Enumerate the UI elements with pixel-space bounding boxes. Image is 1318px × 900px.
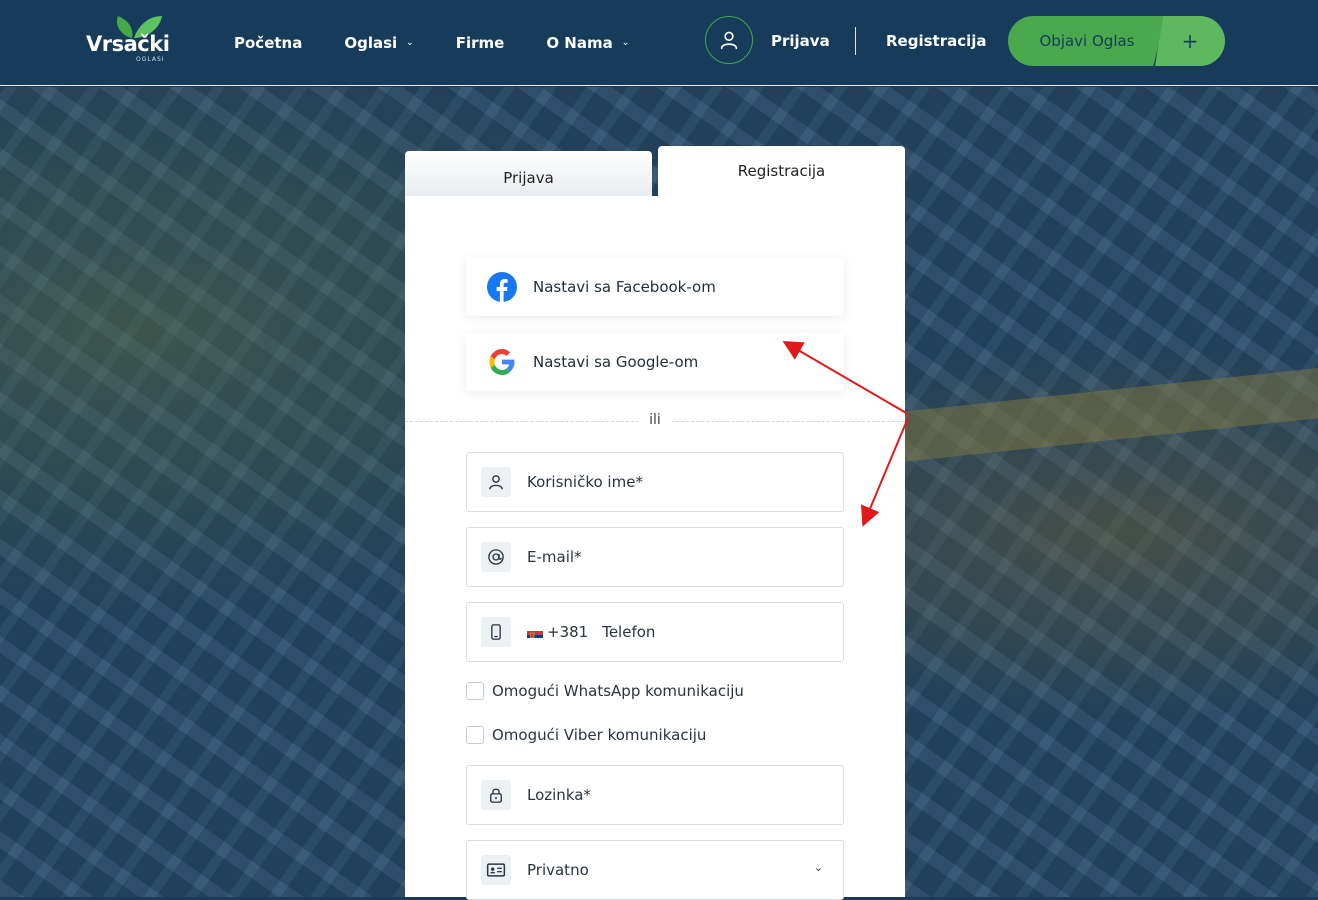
logo-text: Vrsački [86, 32, 170, 56]
nav-item-pocetna[interactable]: Početna [234, 34, 302, 52]
whatsapp-checkbox[interactable] [466, 682, 484, 700]
main-nav: Početna Oglasi ⌄ Firme O Nama ⌄ [234, 0, 671, 86]
viber-checkbox-label: Omogući Viber komunikaciju [492, 726, 707, 744]
nav-item-label: Oglasi [344, 34, 398, 52]
account-type-value: Privatno [527, 861, 589, 879]
username-field[interactable]: Korisničko ime* [466, 452, 844, 512]
nav-item-firme[interactable]: Firme [456, 34, 505, 52]
post-ad-label: Objavi Oglas [1008, 16, 1166, 66]
chevron-down-icon: ⌄ [406, 38, 414, 48]
viber-checkbox[interactable] [466, 726, 484, 744]
site-header: Vrsački OGLASI Početna Oglasi ⌄ Firme O … [0, 0, 1318, 86]
serbia-flag-icon[interactable] [527, 627, 543, 638]
account-type-select[interactable]: Privatno ⌄ [466, 840, 844, 900]
nav-item-label: O Nama [546, 34, 613, 52]
google-icon [486, 346, 518, 378]
mobile-phone-icon [481, 617, 511, 647]
user-icon [720, 31, 738, 50]
email-placeholder: E-mail* [527, 548, 582, 566]
or-divider-text: ili [638, 412, 672, 428]
post-ad-button[interactable]: Objavi Oglas + [1008, 16, 1225, 66]
header-login-link[interactable]: Prijava [771, 32, 830, 50]
email-field[interactable]: E-mail* [466, 527, 844, 587]
header-divider [855, 27, 856, 55]
tab-register[interactable]: Registracija [658, 146, 905, 196]
lock-icon [481, 780, 511, 810]
viber-checkbox-row[interactable]: Omogući Viber komunikaciju [466, 726, 706, 744]
plus-icon: + [1155, 16, 1225, 66]
id-card-icon [481, 855, 511, 885]
phone-country-code[interactable]: +381 [547, 623, 588, 641]
password-field[interactable]: Lozinka* [466, 765, 844, 825]
user-account-button[interactable] [705, 16, 753, 64]
facebook-login-button[interactable]: Nastavi sa Facebook-om [466, 258, 844, 316]
tab-login[interactable]: Prijava [405, 151, 652, 196]
phone-placeholder: Telefon [602, 623, 656, 641]
nav-item-o-nama[interactable]: O Nama ⌄ [546, 34, 629, 52]
phone-field[interactable]: +381 Telefon [466, 602, 844, 662]
google-login-label: Nastavi sa Google-om [533, 353, 699, 371]
whatsapp-checkbox-row[interactable]: Omogući WhatsApp komunikaciju [466, 682, 744, 700]
facebook-icon [486, 271, 518, 303]
chevron-down-icon: ⌄ [813, 861, 823, 874]
logo-subtext: OGLASI [136, 56, 165, 63]
username-placeholder: Korisničko ime* [527, 473, 643, 491]
facebook-login-label: Nastavi sa Facebook-om [533, 278, 716, 296]
header-register-link[interactable]: Registracija [886, 32, 987, 50]
nav-item-label: Početna [234, 34, 303, 52]
nav-item-label: Firme [455, 34, 505, 52]
nav-item-oglasi[interactable]: Oglasi ⌄ [344, 34, 413, 52]
chevron-down-icon: ⌄ [621, 38, 630, 48]
whatsapp-checkbox-label: Omogući WhatsApp komunikaciju [492, 682, 744, 700]
google-login-button[interactable]: Nastavi sa Google-om [466, 333, 844, 391]
site-logo[interactable]: Vrsački OGLASI [86, 12, 178, 66]
password-placeholder: Lozinka* [527, 786, 591, 804]
user-icon [481, 467, 511, 497]
at-sign-icon [481, 542, 511, 572]
